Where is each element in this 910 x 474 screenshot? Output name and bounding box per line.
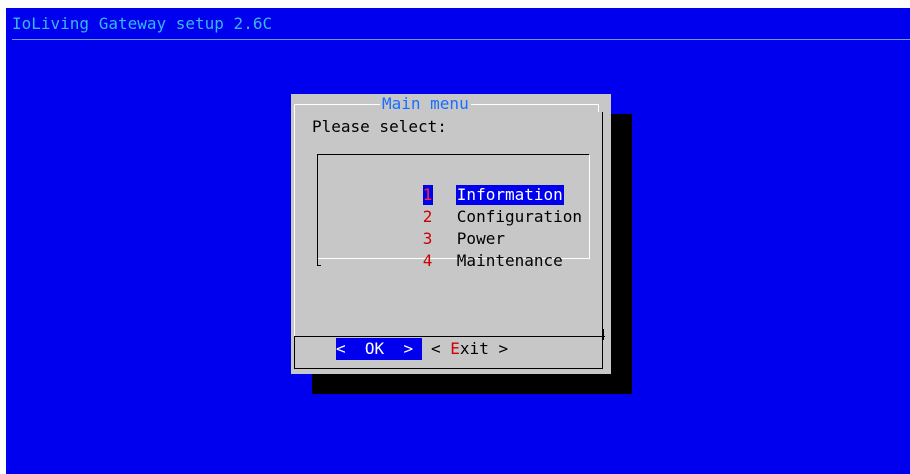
menu-item-configuration[interactable]: 2 Configuration xyxy=(365,187,583,226)
menu-item-maintenance[interactable]: 4 Maintenance xyxy=(365,231,564,270)
ok-button-left-bracket: < xyxy=(336,339,346,358)
dialog-title: Main menu xyxy=(380,94,471,114)
title-divider xyxy=(12,39,910,40)
menu-item-power[interactable]: 3 Power xyxy=(365,209,506,248)
main-menu-dialog: Main menu Please select: 1 Information 2C… xyxy=(291,94,611,374)
exit-button-left-bracket: < xyxy=(431,339,441,358)
window-title: IoLiving Gateway setup 2.6C xyxy=(12,14,273,33)
menu-item-information[interactable]: 1 Information xyxy=(365,165,564,205)
exit-button-label: xit xyxy=(459,339,489,358)
exit-button[interactable]: < Exit > xyxy=(431,338,508,360)
ok-button[interactable]: < OK > xyxy=(336,338,422,360)
menu-item-key: 4 xyxy=(422,251,433,270)
dialog-prompt: Please select: xyxy=(312,117,447,136)
menu-item-label: Maintenance xyxy=(456,251,563,270)
ok-button-label: OK xyxy=(364,339,385,358)
ok-button-right-bracket: > xyxy=(403,339,414,358)
terminal-screen: IoLiving Gateway setup 2.6C Main menu Pl… xyxy=(6,8,910,474)
exit-button-right-bracket: > xyxy=(498,339,509,358)
exit-button-hotkey: E xyxy=(450,339,460,358)
